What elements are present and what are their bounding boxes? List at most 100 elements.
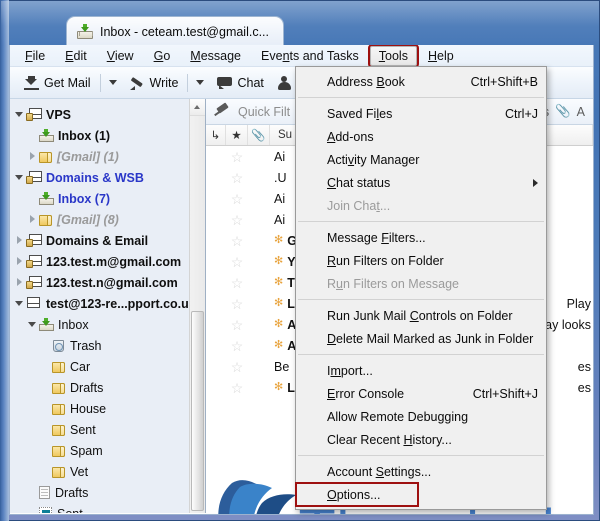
menu-message[interactable]: Message bbox=[181, 46, 250, 66]
menu-item-message-filters[interactable]: Message Filters... bbox=[296, 226, 546, 249]
folder-row-domains-wsb[interactable]: Domains & WSB bbox=[10, 167, 188, 188]
folder-row-inbox-7[interactable]: Inbox (7) bbox=[10, 188, 188, 209]
twisty-closed-icon[interactable] bbox=[14, 256, 25, 267]
folder-row-sent[interactable]: Sent bbox=[10, 503, 188, 513]
folder-row-sent[interactable]: Sent bbox=[10, 419, 188, 440]
menu-item-clear-recent-history[interactable]: Clear Recent History... bbox=[296, 428, 546, 451]
message-star-toggle[interactable]: ☆ bbox=[226, 293, 248, 314]
menu-item-delete-mail-marked-as-junk-in-folder[interactable]: Delete Mail Marked as Junk in Folder bbox=[296, 327, 546, 350]
folder-row-vet[interactable]: Vet bbox=[10, 461, 188, 482]
folder-row-gmail-1[interactable]: [Gmail] (1) bbox=[10, 146, 188, 167]
folder-row-trash[interactable]: Trash bbox=[10, 335, 188, 356]
message-thread-cell bbox=[206, 335, 226, 356]
folder-row-gmail-8[interactable]: [Gmail] (8) bbox=[10, 209, 188, 230]
folder-pane-scrollbar[interactable] bbox=[189, 99, 205, 513]
menu-item-allow-remote-debugging[interactable]: Allow Remote Debugging bbox=[296, 405, 546, 428]
folder-row-drafts[interactable]: Drafts bbox=[10, 377, 188, 398]
folder-row-car[interactable]: Car bbox=[10, 356, 188, 377]
attachment-icon[interactable]: 📎 bbox=[555, 104, 571, 119]
folder-row-spam[interactable]: Spam bbox=[10, 440, 188, 461]
twisty-open-icon[interactable] bbox=[27, 319, 38, 330]
folder-row-test-123-re-pport-co-uk[interactable]: test@123-re...pport.co.uk bbox=[10, 293, 196, 314]
thunderbird-window: Inbox - ceteam.test@gmail.c... File Edit… bbox=[0, 0, 600, 521]
inbox-icon bbox=[77, 24, 93, 39]
scrollbar-thumb[interactable] bbox=[191, 311, 204, 511]
menu-item-run-filters-on-folder[interactable]: Run Filters on Folder bbox=[296, 249, 546, 272]
twisty-closed-icon[interactable] bbox=[27, 214, 38, 225]
menu-edit[interactable]: Edit bbox=[56, 46, 96, 66]
message-thread-cell bbox=[206, 146, 226, 167]
menu-item-add-ons[interactable]: Add-ons bbox=[296, 125, 546, 148]
folder-row-inbox[interactable]: Inbox bbox=[10, 314, 188, 335]
account-lock-icon bbox=[26, 255, 42, 268]
message-star-toggle[interactable]: ☆ bbox=[226, 167, 248, 188]
pin-icon[interactable] bbox=[214, 104, 230, 119]
menu-file[interactable]: File bbox=[16, 46, 54, 66]
folder-row-vps[interactable]: VPS bbox=[10, 104, 188, 125]
twisty-open-icon[interactable] bbox=[14, 172, 25, 183]
folder-row-domains-email[interactable]: Domains & Email bbox=[10, 230, 188, 251]
message-star-toggle[interactable]: ☆ bbox=[226, 251, 248, 272]
folder-row-inbox-1[interactable]: Inbox (1) bbox=[10, 125, 188, 146]
message-subject-overflow: es bbox=[577, 380, 591, 395]
folder-label: Sent bbox=[57, 507, 83, 514]
menu-help[interactable]: Help bbox=[419, 46, 463, 66]
column-star[interactable]: ★ bbox=[226, 125, 248, 145]
twisty-open-icon[interactable] bbox=[14, 298, 25, 309]
message-thread-cell bbox=[206, 230, 226, 251]
folder-row-123-test-m-gmail-com[interactable]: 123.test.m@gmail.com bbox=[10, 251, 188, 272]
menu-item-account-settings[interactable]: Account Settings... bbox=[296, 460, 546, 483]
star-icon: ☆ bbox=[230, 169, 244, 186]
message-star-toggle[interactable]: ☆ bbox=[226, 335, 248, 356]
quick-filter-label[interactable]: Quick Filt bbox=[238, 105, 290, 119]
column-attachment[interactable]: 📎 bbox=[248, 125, 270, 145]
menu-item-run-junk-mail-controls-on-folder[interactable]: Run Junk Mail Controls on Folder bbox=[296, 304, 546, 327]
message-attachment-cell bbox=[248, 293, 270, 314]
column-thread[interactable]: ↳ bbox=[206, 125, 226, 145]
get-mail-button[interactable]: Get Mail bbox=[18, 73, 97, 93]
message-star-toggle[interactable]: ☆ bbox=[226, 230, 248, 251]
menu-item-options[interactable]: Options... bbox=[295, 482, 419, 507]
write-dropdown[interactable] bbox=[191, 77, 209, 88]
menu-view[interactable]: View bbox=[98, 46, 143, 66]
folder-label: Car bbox=[70, 359, 91, 374]
message-thread-cell bbox=[206, 293, 226, 314]
write-button[interactable]: Write bbox=[124, 73, 185, 93]
message-star-toggle[interactable]: ☆ bbox=[226, 272, 248, 293]
quick-filter-attachment-label[interactable]: A bbox=[577, 105, 585, 119]
star-icon: ☆ bbox=[230, 379, 244, 396]
menu-item-label: Run Filters on Message bbox=[327, 276, 460, 291]
message-star-toggle[interactable]: ☆ bbox=[226, 146, 248, 167]
menu-item-label: Run Junk Mail Controls on Folder bbox=[327, 308, 513, 323]
menu-item-shortcut: Ctrl+J bbox=[505, 106, 538, 121]
menu-item-chat-status[interactable]: Chat status bbox=[296, 171, 546, 194]
twisty-closed-icon[interactable] bbox=[14, 277, 25, 288]
menu-tools[interactable]: Tools bbox=[367, 45, 419, 68]
message-star-toggle[interactable]: ☆ bbox=[226, 356, 248, 377]
message-star-toggle[interactable]: ☆ bbox=[226, 188, 248, 209]
trash-icon bbox=[52, 339, 66, 352]
message-attachment-cell bbox=[248, 377, 270, 398]
menu-go[interactable]: Go bbox=[145, 46, 180, 66]
tab-inbox[interactable]: Inbox - ceteam.test@gmail.c... bbox=[66, 16, 285, 47]
folder-row-123-test-n-gmail-com[interactable]: 123.test.n@gmail.com bbox=[10, 272, 188, 293]
menu-item-import[interactable]: Import... bbox=[296, 359, 546, 382]
twisty-closed-icon[interactable] bbox=[14, 235, 25, 246]
menu-item-saved-files[interactable]: Saved Files Ctrl+J bbox=[296, 102, 546, 125]
message-star-toggle[interactable]: ☆ bbox=[226, 209, 248, 230]
twisty-open-icon[interactable] bbox=[14, 109, 25, 120]
chat-button[interactable]: Chat bbox=[211, 73, 269, 93]
menu-events-and-tasks[interactable]: Events and Tasks bbox=[252, 46, 368, 66]
menu-item-error-console[interactable]: Error Console Ctrl+Shift+J bbox=[296, 382, 546, 405]
folder-row-drafts[interactable]: Drafts bbox=[10, 482, 188, 503]
scroll-up-button[interactable] bbox=[190, 99, 205, 116]
message-star-toggle[interactable]: ☆ bbox=[226, 377, 248, 398]
menu-item-activity-manager[interactable]: Activity Manager bbox=[296, 148, 546, 171]
message-star-toggle[interactable]: ☆ bbox=[226, 314, 248, 335]
get-mail-dropdown[interactable] bbox=[104, 77, 122, 88]
menu-item-address-book[interactable]: Address Book Ctrl+Shift+B bbox=[296, 70, 546, 93]
menu-item-run-filters-on-message: Run Filters on Message bbox=[296, 272, 546, 295]
folder-row-house[interactable]: House bbox=[10, 398, 188, 419]
folder-icon bbox=[52, 382, 66, 394]
twisty-closed-icon[interactable] bbox=[27, 151, 38, 162]
